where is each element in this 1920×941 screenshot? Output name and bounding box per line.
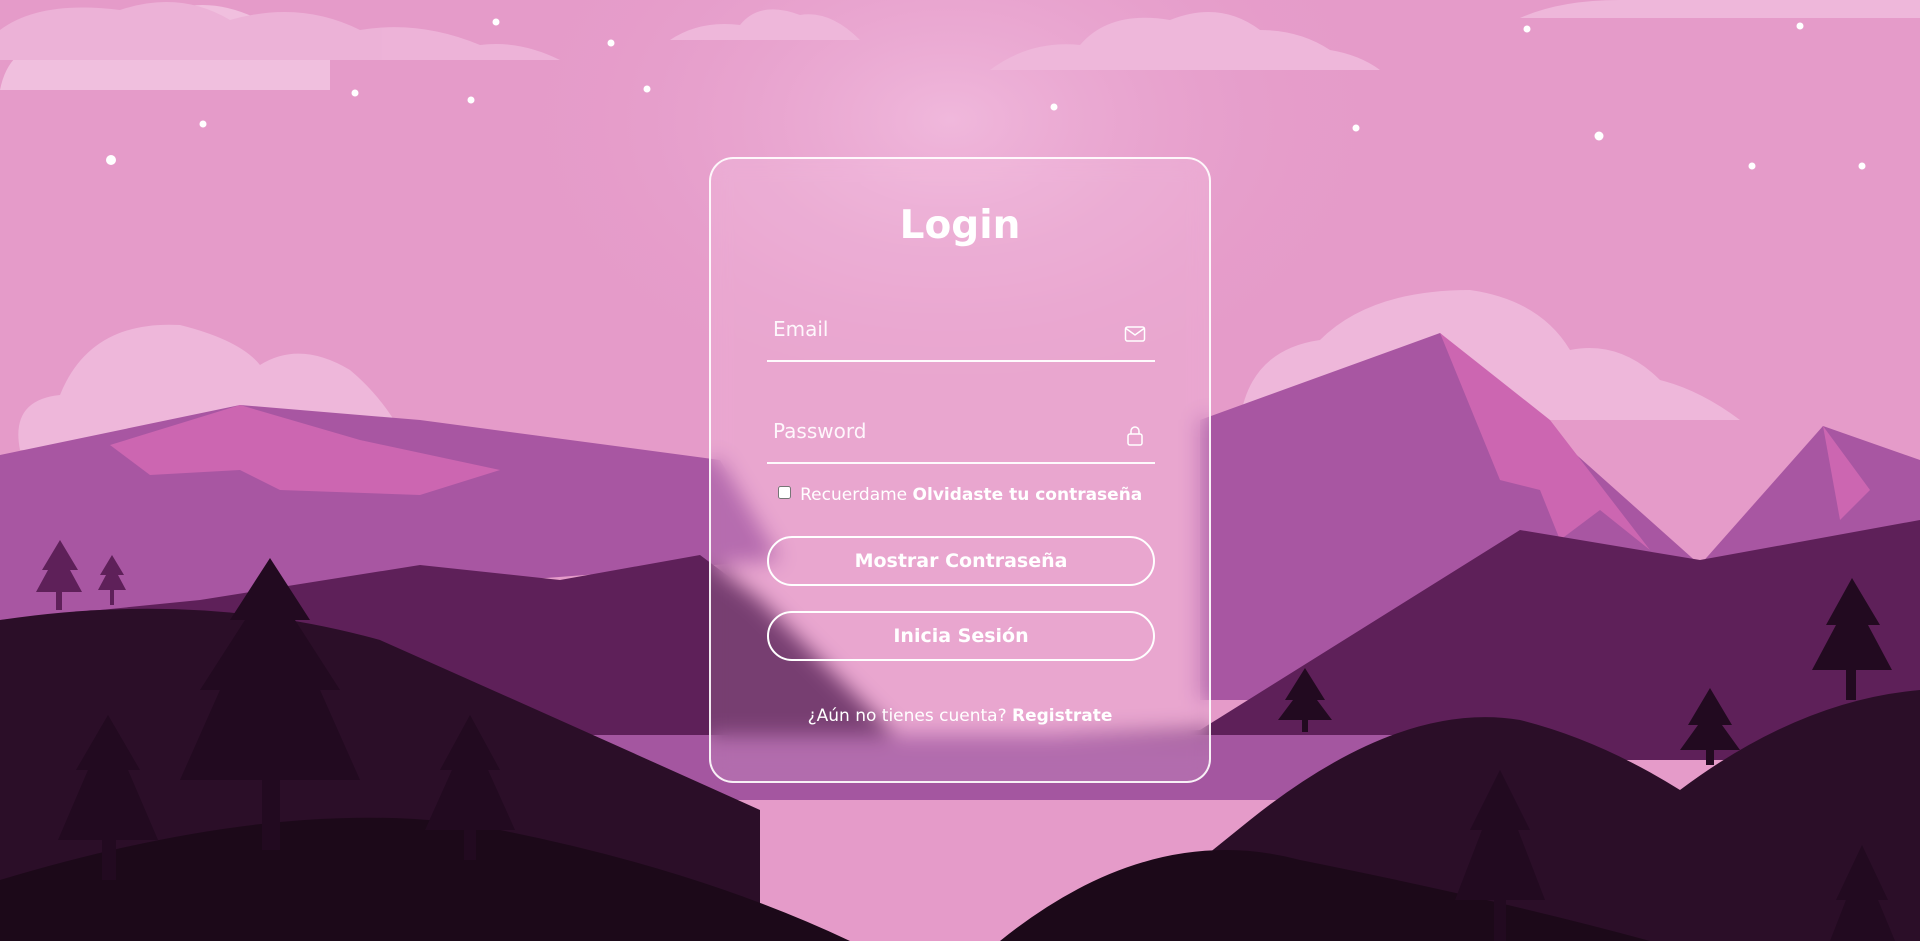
- register-row: ¿Aún no tienes cuenta? Registrate: [711, 706, 1209, 726]
- envelope-icon: [1124, 326, 1146, 342]
- remember-checkbox[interactable]: [777, 486, 791, 499]
- remember-label: Recuerdame: [800, 485, 908, 505]
- password-field-wrapper: [767, 402, 1155, 464]
- email-input[interactable]: [767, 300, 1113, 358]
- remember-row: Recuerdame Olvidaste tu contraseña: [711, 485, 1209, 505]
- email-field-wrapper: [767, 300, 1155, 362]
- login-title: Login: [899, 203, 1021, 248]
- forgot-password-link[interactable]: Olvidaste tu contraseña: [913, 485, 1143, 505]
- register-link[interactable]: Registrate: [1012, 706, 1112, 726]
- login-button[interactable]: Inicia Sesión: [767, 611, 1155, 661]
- password-input[interactable]: [767, 402, 1113, 460]
- no-account-text: ¿Aún no tienes cuenta?: [807, 706, 1007, 726]
- login-card: Login Recuerdame Olvidaste tu contraseña…: [709, 157, 1211, 783]
- show-password-button[interactable]: Mostrar Contraseña: [767, 536, 1155, 586]
- lock-icon: [1127, 426, 1143, 446]
